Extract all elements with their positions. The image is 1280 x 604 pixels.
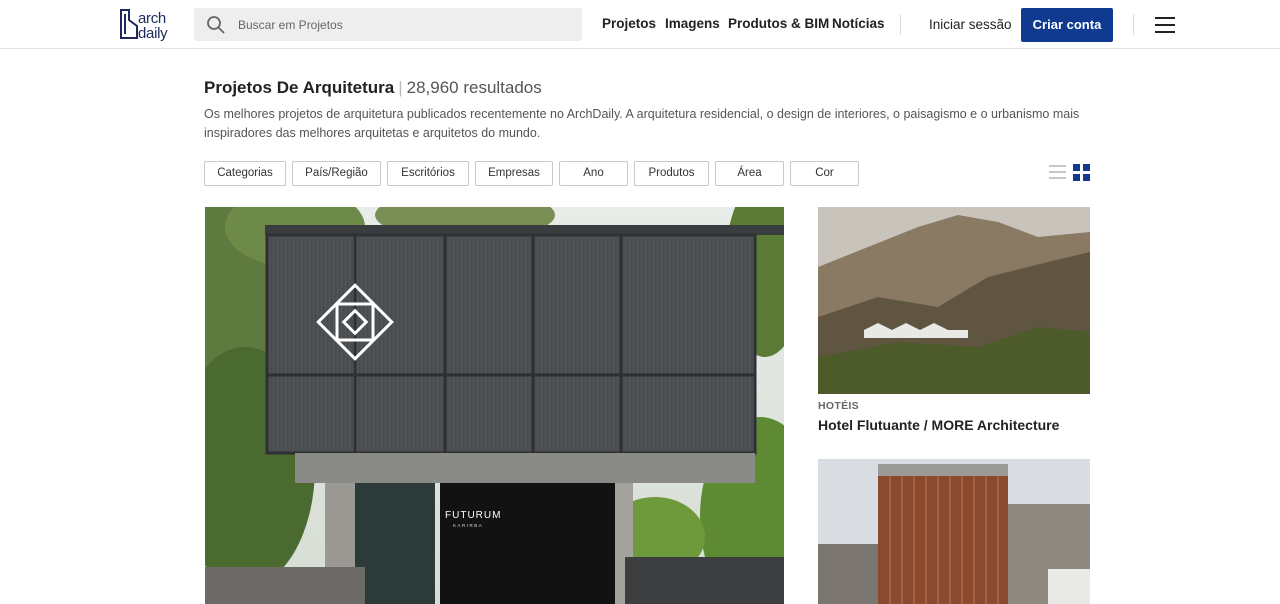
logo-mark-icon [120, 9, 138, 39]
nav-produtos-bim[interactable]: Produtos & BIM [728, 16, 829, 31]
brick-building-photo [818, 459, 1090, 604]
logo-text: arch daily [138, 10, 168, 42]
page-description: Os melhores projetos de arquitetura publ… [204, 107, 1080, 140]
filter-ano[interactable]: Ano [559, 161, 628, 186]
filter-empresas[interactable]: Empresas [475, 161, 553, 186]
main-project-image[interactable]: FUTURUM KARIRBA [205, 207, 784, 604]
hamburger-menu-icon[interactable] [1155, 17, 1175, 33]
building-photo [205, 207, 784, 604]
filter-escritorios[interactable]: Escritórios [387, 161, 469, 186]
filter-pais-regiao[interactable]: País/Região [292, 161, 381, 186]
side-project-title[interactable]: Hotel Flutuante / MORE Architecture [818, 417, 1059, 433]
filter-produtos[interactable]: Produtos [634, 161, 709, 186]
search-icon [207, 16, 225, 34]
filter-area[interactable]: Área [715, 161, 784, 186]
archdaily-logo[interactable]: arch daily [118, 8, 178, 42]
side-project-category: HOTÉIS [818, 400, 859, 412]
page-title: Projetos De Arquitetura | 28,960 resultado… [204, 78, 542, 98]
filter-cor[interactable]: Cor [790, 161, 859, 186]
signup-button[interactable]: Criar conta [1021, 8, 1113, 42]
nav-projetos[interactable]: Projetos [602, 16, 656, 31]
futurum-sign-subtext: KARIRBA [453, 523, 484, 528]
site-header: arch daily Projetos Imagens Produtos & B… [0, 0, 1280, 49]
page-title-text: Projetos De Arquitetura [204, 78, 395, 97]
futurum-sign-text: FUTURUM [445, 510, 502, 521]
login-link[interactable]: Iniciar sessão [929, 17, 1012, 32]
mountain-hotel-photo [818, 207, 1090, 394]
grid-view-icon[interactable] [1073, 164, 1090, 181]
logo-word-daily: daily [138, 25, 168, 42]
search-box[interactable] [194, 8, 582, 41]
side-project-image-2[interactable] [818, 459, 1090, 604]
nav-divider [900, 14, 901, 35]
search-input[interactable] [238, 8, 568, 41]
list-view-icon[interactable] [1049, 164, 1066, 180]
results-count: 28,960 resultados [406, 78, 542, 97]
title-separator: | [398, 78, 403, 97]
logo-word-arch: arch [138, 10, 166, 27]
filter-categorias[interactable]: Categorias [204, 161, 286, 186]
nav-divider [1133, 14, 1134, 35]
nav-imagens[interactable]: Imagens [665, 16, 720, 31]
side-project-image[interactable] [818, 207, 1090, 394]
nav-noticias[interactable]: Notícias [832, 16, 885, 31]
